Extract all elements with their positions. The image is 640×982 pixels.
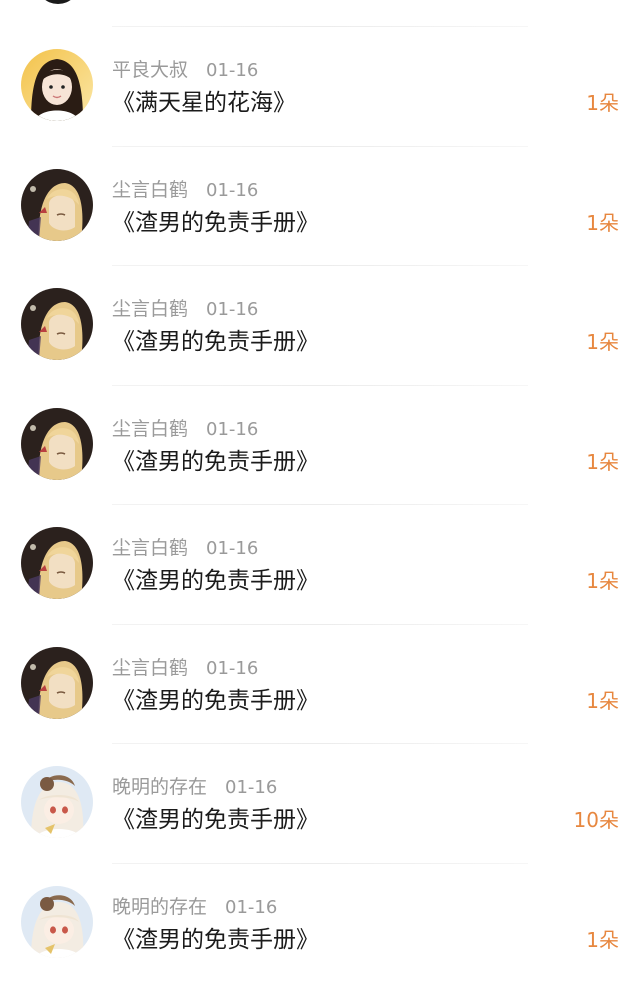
list-item[interactable]: 尘言白鹤 01-16 《渣男的免责手册》 1朵 [0, 625, 640, 744]
username: 晚明的存在 [112, 896, 207, 918]
date: 01-16 [206, 299, 258, 320]
avatar[interactable] [21, 766, 93, 838]
list-item[interactable]: 晚明的存在 01-16 《渣男的免责手册》 1朵 [0, 864, 640, 982]
username: 尘言白鹤 [112, 537, 188, 559]
book-title: 《渣男的免责手册》 [112, 924, 319, 956]
book-title: 《渣男的免责手册》 [112, 685, 319, 717]
flower-count: 1朵 [586, 565, 619, 597]
book-title: 《渣男的免责手册》 [112, 804, 319, 836]
list-item[interactable]: 晚明的存在 01-16 《渣男的免责手册》 10朵 [0, 744, 640, 863]
book-title: 《渣男的免责手册》 [112, 326, 319, 358]
username: 晚明的存在 [112, 776, 207, 798]
flower-count: 1朵 [586, 326, 619, 358]
meta-line: 平良大叔 01-16 [112, 57, 258, 83]
flower-count: 1朵 [586, 207, 619, 239]
meta-line: 晚明的存在 01-16 [112, 774, 277, 800]
meta-line: 尘言白鹤 01-16 [112, 655, 258, 681]
date: 01-16 [206, 538, 258, 559]
book-title: 《渣男的免责手册》 [112, 446, 319, 478]
list-item[interactable]: 尘言白鹤 01-16 《渣男的免责手册》 1朵 [0, 147, 640, 266]
flower-count: 1朵 [586, 685, 619, 717]
flower-count: 1朵 [586, 446, 619, 478]
meta-line: 尘言白鹤 01-16 [112, 177, 258, 203]
avatar[interactable] [21, 288, 93, 360]
flower-count: 10朵 [574, 804, 619, 836]
meta-line: 尘言白鹤 01-16 [112, 535, 258, 561]
username: 尘言白鹤 [112, 179, 188, 201]
avatar[interactable] [21, 647, 93, 719]
date: 01-16 [225, 777, 277, 798]
date: 01-16 [206, 60, 258, 81]
username: 平良大叔 [112, 59, 188, 81]
flower-count: 1朵 [586, 87, 619, 119]
book-title: 《满天星的花海》 [112, 87, 296, 119]
username: 尘言白鹤 [112, 418, 188, 440]
list-item[interactable]: 平良大叔 01-16 《满天星的花海》 1朵 [0, 27, 640, 146]
username: 尘言白鹤 [112, 657, 188, 679]
gift-list: 平良大叔 01-16 《满天星的花海》 1朵 尘言白鹤 01-16 《渣男的免责手册… [0, 26, 640, 982]
meta-line: 尘言白鹤 01-16 [112, 416, 258, 442]
list-item[interactable]: 尘言白鹤 01-16 《渣男的免责手册》 1朵 [0, 266, 640, 385]
avatar[interactable] [21, 527, 93, 599]
list-item[interactable]: 尘言白鹤 01-16 《渣男的免责手册》 1朵 [0, 505, 640, 624]
previous-avatar-fragment [36, 0, 80, 4]
list-item[interactable]: 尘言白鹤 01-16 《渣男的免责手册》 1朵 [0, 386, 640, 505]
meta-line: 晚明的存在 01-16 [112, 894, 277, 920]
flower-count: 1朵 [586, 924, 619, 956]
avatar[interactable] [21, 408, 93, 480]
date: 01-16 [206, 419, 258, 440]
date: 01-16 [225, 897, 277, 918]
meta-line: 尘言白鹤 01-16 [112, 296, 258, 322]
avatar[interactable] [21, 886, 93, 958]
book-title: 《渣男的免责手册》 [112, 207, 319, 239]
date: 01-16 [206, 180, 258, 201]
date: 01-16 [206, 658, 258, 679]
avatar[interactable] [21, 169, 93, 241]
book-title: 《渣男的免责手册》 [112, 565, 319, 597]
username: 尘言白鹤 [112, 298, 188, 320]
avatar[interactable] [21, 49, 93, 121]
